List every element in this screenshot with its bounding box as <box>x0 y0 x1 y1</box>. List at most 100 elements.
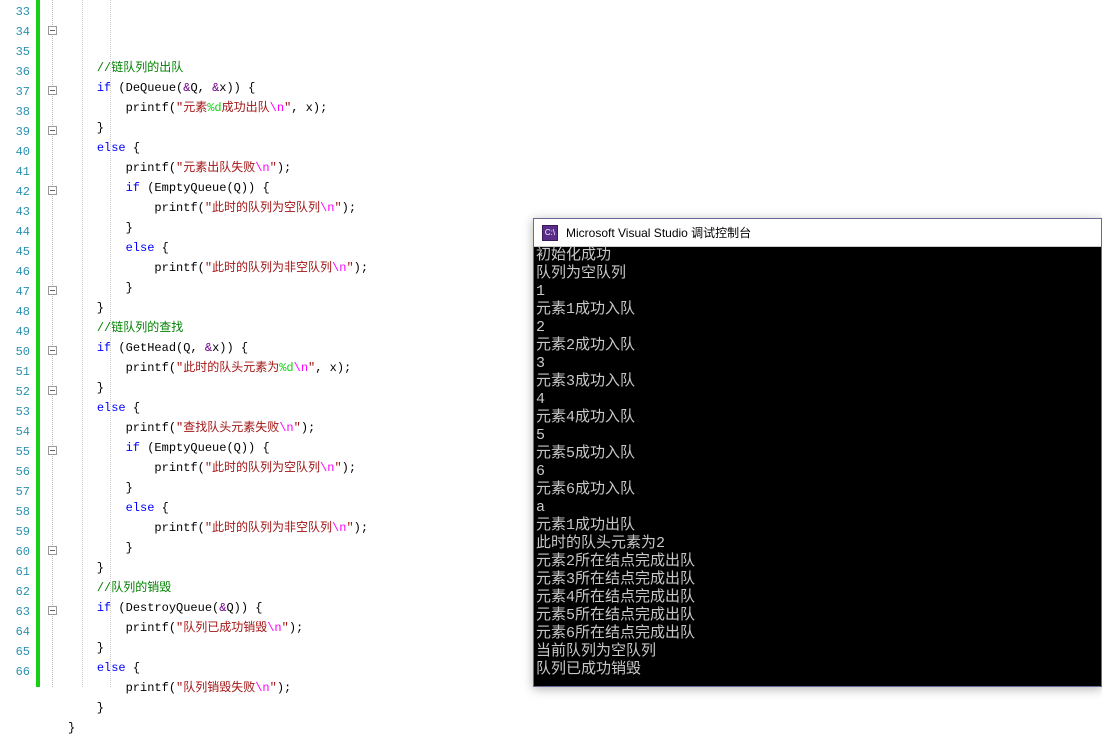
console-line: 元素2所在结点完成出队 <box>536 553 1099 571</box>
code-line[interactable]: else { <box>68 658 368 678</box>
console-line: 当前队列为空队列 <box>536 643 1099 661</box>
fold-toggle-icon[interactable] <box>48 386 57 395</box>
line-number: 43 <box>0 202 36 222</box>
console-line: 队列为空队列 <box>536 265 1099 283</box>
code-line[interactable]: printf("此时的队列为非空队列\n"); <box>68 518 368 538</box>
line-number: 54 <box>0 422 36 442</box>
code-line[interactable]: if (EmptyQueue(Q)) { <box>68 438 368 458</box>
line-number: 35 <box>0 42 36 62</box>
console-line: 2 <box>536 319 1099 337</box>
line-number: 64 <box>0 622 36 642</box>
fold-toggle-icon[interactable] <box>48 26 57 35</box>
code-line[interactable]: } <box>68 638 368 658</box>
code-line[interactable]: } <box>68 118 368 138</box>
line-number: 37 <box>0 82 36 102</box>
console-line: 元素6成功入队 <box>536 481 1099 499</box>
code-line[interactable]: printf("队列销毁失败\n"); <box>68 678 368 698</box>
console-line: 元素4成功入队 <box>536 409 1099 427</box>
fold-toggle-icon[interactable] <box>48 446 57 455</box>
console-line: 3 <box>536 355 1099 373</box>
console-line: 元素3成功入队 <box>536 373 1099 391</box>
line-number: 36 <box>0 62 36 82</box>
console-line: 4 <box>536 391 1099 409</box>
fold-toggle-icon[interactable] <box>48 546 57 555</box>
console-line: 此时的队头元素为2 <box>536 535 1099 553</box>
code-line[interactable]: else { <box>68 138 368 158</box>
code-area[interactable]: //链队列的出队 if (DeQueue(&Q, &x)) { printf("… <box>62 0 368 687</box>
code-line[interactable]: } <box>68 218 368 238</box>
console-line: 元素1成功出队 <box>536 517 1099 535</box>
code-line[interactable]: printf("此时的队列为非空队列\n"); <box>68 258 368 278</box>
line-number: 47 <box>0 282 36 302</box>
code-line[interactable]: else { <box>68 498 368 518</box>
code-line[interactable]: //链队列的查找 <box>68 318 368 338</box>
console-titlebar[interactable]: C:\ Microsoft Visual Studio 调试控制台 <box>534 219 1101 247</box>
line-number: 55 <box>0 442 36 462</box>
code-line[interactable]: printf("此时的队列为空队列\n"); <box>68 458 368 478</box>
fold-toggle-icon[interactable] <box>48 186 57 195</box>
code-line[interactable]: else { <box>68 238 368 258</box>
code-line[interactable]: printf("元素出队失败\n"); <box>68 158 368 178</box>
code-line[interactable]: } <box>68 558 368 578</box>
line-number: 62 <box>0 582 36 602</box>
code-line[interactable]: //链队列的出队 <box>68 58 368 78</box>
code-line[interactable]: } <box>68 698 368 718</box>
line-number: 63 <box>0 602 36 622</box>
code-line[interactable]: if (DeQueue(&Q, &x)) { <box>68 78 368 98</box>
console-line: 元素1成功入队 <box>536 301 1099 319</box>
console-line: 元素3所在结点完成出队 <box>536 571 1099 589</box>
code-line[interactable]: if (EmptyQueue(Q)) { <box>68 178 368 198</box>
fold-toggle-icon[interactable] <box>48 286 57 295</box>
line-number: 59 <box>0 522 36 542</box>
console-output[interactable]: 初始化成功队列为空队列1元素1成功入队2元素2成功入队3元素3成功入队4元素4成… <box>534 247 1101 679</box>
code-line[interactable]: printf("队列已成功销毁\n"); <box>68 618 368 638</box>
fold-toggle-icon[interactable] <box>48 606 57 615</box>
console-window[interactable]: C:\ Microsoft Visual Studio 调试控制台 初始化成功队… <box>533 218 1102 687</box>
code-line[interactable]: printf("元素%d成功出队\n", x); <box>68 98 368 118</box>
code-line[interactable]: } <box>68 278 368 298</box>
code-line[interactable]: } <box>68 538 368 558</box>
line-number: 44 <box>0 222 36 242</box>
console-line: 1 <box>536 283 1099 301</box>
line-number: 45 <box>0 242 36 262</box>
console-line: 元素6所在结点完成出队 <box>536 625 1099 643</box>
code-line[interactable]: if (DestroyQueue(&Q)) { <box>68 598 368 618</box>
code-line[interactable]: } <box>68 378 368 398</box>
fold-column[interactable] <box>42 0 62 687</box>
fold-toggle-icon[interactable] <box>48 86 57 95</box>
line-number: 52 <box>0 382 36 402</box>
line-number: 65 <box>0 642 36 662</box>
code-line[interactable]: } <box>68 298 368 318</box>
console-line: 5 <box>536 427 1099 445</box>
console-line: 元素4所在结点完成出队 <box>536 589 1099 607</box>
code-line[interactable]: } <box>68 478 368 498</box>
code-line[interactable]: else { <box>68 398 368 418</box>
code-line[interactable]: //队列的销毁 <box>68 578 368 598</box>
line-number: 42 <box>0 182 36 202</box>
console-line: a <box>536 499 1099 517</box>
line-number: 40 <box>0 142 36 162</box>
console-line: 6 <box>536 463 1099 481</box>
line-number-gutter: 3334353637383940414243444546474849505152… <box>0 0 36 687</box>
line-number: 57 <box>0 482 36 502</box>
fold-toggle-icon[interactable] <box>48 346 57 355</box>
console-line: 元素2成功入队 <box>536 337 1099 355</box>
code-line[interactable]: if (GetHead(Q, &x)) { <box>68 338 368 358</box>
console-title-text: Microsoft Visual Studio 调试控制台 <box>566 224 751 241</box>
line-number: 50 <box>0 342 36 362</box>
code-line[interactable]: printf("此时的队列为空队列\n"); <box>68 198 368 218</box>
console-line: 元素5成功入队 <box>536 445 1099 463</box>
line-number: 33 <box>0 2 36 22</box>
line-number: 41 <box>0 162 36 182</box>
line-number: 46 <box>0 262 36 282</box>
console-line: 队列已成功销毁 <box>536 661 1099 679</box>
line-number: 53 <box>0 402 36 422</box>
line-number: 34 <box>0 22 36 42</box>
fold-toggle-icon[interactable] <box>48 126 57 135</box>
console-line: 初始化成功 <box>536 247 1099 265</box>
code-line[interactable]: printf("此时的队头元素为%d\n", x); <box>68 358 368 378</box>
code-line[interactable]: } <box>68 718 368 738</box>
line-number: 66 <box>0 662 36 682</box>
code-line[interactable]: printf("查找队头元素失败\n"); <box>68 418 368 438</box>
line-number: 60 <box>0 542 36 562</box>
